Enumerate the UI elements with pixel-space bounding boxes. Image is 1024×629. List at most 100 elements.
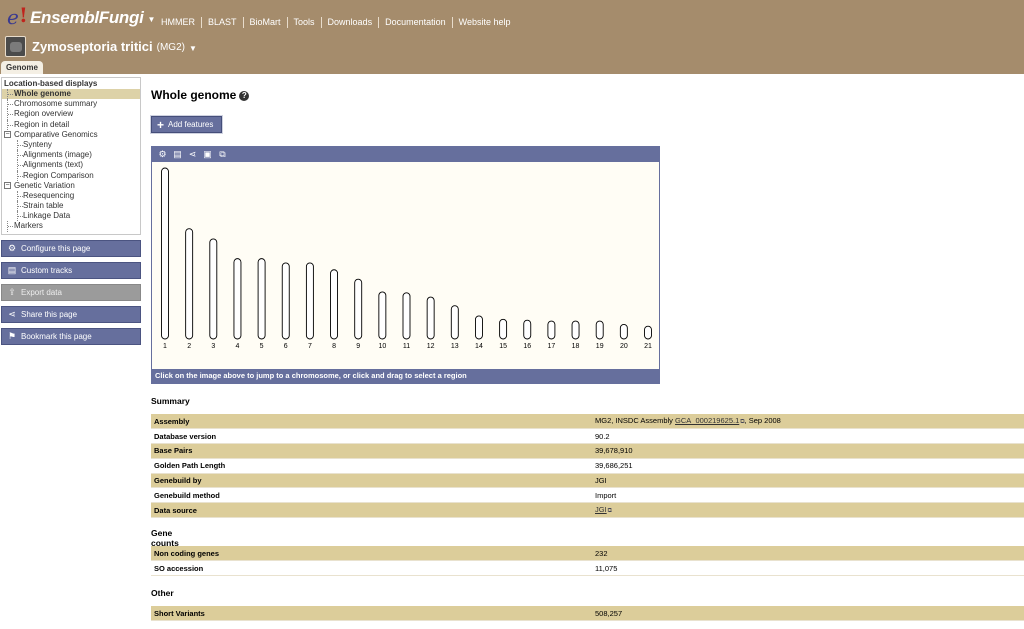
sidebar-item-label: Chromosome summary — [14, 99, 98, 109]
chromosome-13[interactable] — [450, 305, 459, 340]
sidebar-item-chromosome-summary[interactable]: Chromosome summary — [2, 99, 140, 110]
bookmark-this-page-button[interactable]: ⚑ Bookmark this page — [1, 327, 141, 345]
chromosome-16[interactable] — [523, 319, 532, 340]
custom-tracks-button[interactable]: ▤ Custom tracks — [1, 261, 141, 279]
sidebar-item-markers[interactable]: Markers — [2, 221, 140, 232]
species-menu-caret-icon[interactable]: ▼ — [189, 44, 197, 53]
tree-line — [17, 190, 23, 202]
collapse-icon[interactable]: − — [4, 181, 11, 189]
chromosome-10[interactable] — [378, 291, 387, 340]
sidebar-item-label: Region overview — [14, 109, 74, 119]
karyotype-caption: Click on the image above to jump to a ch… — [152, 369, 659, 383]
button-label: Bookmark this page — [21, 331, 92, 341]
chromosome-12[interactable] — [426, 296, 435, 340]
row-value: 508,257 — [592, 606, 1024, 622]
species-selector[interactable]: Zymoseptoria tritici (MG2) ▼ — [5, 36, 197, 57]
table-row: Non coding genes 232 — [151, 546, 1024, 562]
assembly-value: MG2, INSDC Assembly GCA_000219625.1⧉, Se… — [592, 414, 1024, 430]
chromosome-label: 2 — [187, 343, 191, 350]
assembly-accession-link[interactable]: GCA_000219625.1 — [675, 416, 739, 425]
site-logo[interactable]: e! EnsemblFungi ▼ — [6, 3, 155, 30]
help-icon[interactable]: ? — [239, 91, 250, 101]
summary-table: Assembly MG2, INSDC Assembly GCA_0002196… — [151, 414, 1024, 519]
chromosome-8[interactable] — [330, 269, 339, 340]
chromosome-15[interactable] — [499, 318, 508, 340]
nav-biomart[interactable]: BioMart — [242, 17, 287, 28]
chromosome-label: 9 — [356, 343, 360, 350]
sidebar-item-label: Region in detail — [14, 119, 70, 129]
table-row: Database version 90.2 — [151, 428, 1024, 445]
custom-tracks-icon[interactable]: ▤ — [170, 149, 185, 160]
row-value: 39,686,251 — [592, 458, 1024, 474]
chromosome-5[interactable] — [257, 258, 266, 340]
chromosome-14[interactable] — [475, 315, 483, 340]
sidebar-item-comparative-genomics[interactable]: − Comparative Genomics — [2, 130, 140, 140]
sidebar-item-region-in-detail[interactable]: Region in detail — [2, 119, 140, 130]
row-key: Base Pairs — [151, 443, 592, 459]
share-this-page-button[interactable]: ⋖ Share this page — [1, 305, 141, 323]
data-source-link[interactable]: JGI — [595, 505, 607, 514]
share-icon[interactable]: ⋖ — [185, 149, 200, 160]
chromosome-7[interactable] — [305, 262, 314, 340]
sidebar-item-resequencing[interactable]: Resequencing — [2, 190, 140, 202]
button-label: Custom tracks — [21, 265, 73, 275]
chromosome-20[interactable] — [619, 324, 628, 340]
collapse-icon[interactable]: − — [4, 130, 11, 138]
tab-genome[interactable]: Genome — [1, 61, 43, 74]
resize-icon[interactable]: ⧉ — [215, 149, 230, 160]
sidebar-item-region-overview[interactable]: Region overview — [2, 109, 140, 120]
chromosome-2[interactable] — [185, 228, 194, 340]
chromosome-1[interactable] — [161, 167, 169, 340]
species-name[interactable]: Zymoseptoria tritici — [32, 39, 153, 54]
plus-icon: + — [157, 117, 165, 132]
sidebar-item-alignments-image[interactable]: Alignments (image) — [2, 150, 140, 161]
sidebar-item-whole-genome[interactable]: Whole genome — [2, 89, 140, 100]
sidebar-item-linkage-data[interactable]: Linkage Data — [2, 211, 140, 222]
chromosome-6[interactable] — [281, 262, 290, 340]
row-key: Golden Path Length — [151, 458, 592, 474]
configure-this-page-button[interactable]: ⚙ Configure this page — [1, 239, 141, 257]
ensembl-logo-icon: e! — [7, 3, 28, 29]
sidebar-item-region-comparison[interactable]: Region Comparison — [2, 170, 140, 181]
row-key: Short Variants — [151, 606, 592, 622]
nav-documentation[interactable]: Documentation — [378, 17, 452, 28]
nav-downloads[interactable]: Downloads — [320, 17, 379, 28]
sidebar-item-label: Markers — [14, 221, 43, 231]
chromosome-3[interactable] — [209, 238, 218, 340]
other-heading: Other — [151, 588, 174, 598]
karyotype-panel[interactable]: ⚙ ▤ ⋖ ▣ ⧉ 1 2 3 4 5 6 7 8 9 10 11 12 13 14 15 16 17 18 19 20 21 … — [151, 146, 660, 384]
chromosome-4[interactable] — [233, 258, 242, 340]
chromosome-17[interactable] — [547, 320, 556, 340]
tree-line — [7, 99, 13, 110]
sidebar-item-synteny[interactable]: Synteny — [2, 139, 140, 151]
chromosome-21[interactable] — [644, 325, 652, 340]
custom-tracks-icon: ▤ — [7, 264, 17, 275]
chromosome-label: 13 — [451, 343, 459, 350]
add-features-button[interactable]: + Add features — [150, 115, 223, 134]
chromosome-9[interactable] — [354, 278, 363, 340]
nav-hmmer[interactable]: HMMER — [155, 17, 201, 28]
chromosome-18[interactable] — [571, 320, 580, 340]
page-title: Whole genome? — [151, 88, 250, 102]
sidebar-item-label: Resequencing — [23, 190, 75, 200]
chromosome-11[interactable] — [402, 292, 411, 340]
chromosome-label: 10 — [378, 343, 386, 350]
sidebar-item-label: Strain table — [23, 201, 64, 211]
sidebar-item-strain-table[interactable]: Strain table — [2, 201, 140, 212]
external-link-icon: ⧉ — [607, 508, 612, 515]
row-key: Data source — [151, 502, 592, 519]
chromosome-19[interactable] — [595, 320, 604, 340]
sidebar-item-genetic-variation[interactable]: − Genetic Variation — [2, 181, 140, 191]
data-source-value: JGI⧉ — [592, 502, 1024, 519]
chromosome-label: 21 — [644, 343, 652, 350]
chromosome-label: 20 — [620, 343, 628, 350]
site-name[interactable]: EnsemblFungi — [30, 8, 144, 28]
table-row: Assembly MG2, INSDC Assembly GCA_0002196… — [151, 414, 1024, 430]
nav-blast[interactable]: BLAST — [201, 17, 243, 28]
karyotype-image[interactable]: 1 2 3 4 5 6 7 8 9 10 11 12 13 14 15 16 17 18 19 20 21 — [152, 162, 659, 372]
sidebar-item-alignments-text[interactable]: Alignments (text) — [2, 160, 140, 171]
nav-tools[interactable]: Tools — [286, 17, 321, 28]
gear-icon[interactable]: ⚙ — [155, 149, 170, 160]
nav-website-help[interactable]: Website help — [451, 17, 517, 28]
image-icon[interactable]: ▣ — [200, 149, 215, 160]
